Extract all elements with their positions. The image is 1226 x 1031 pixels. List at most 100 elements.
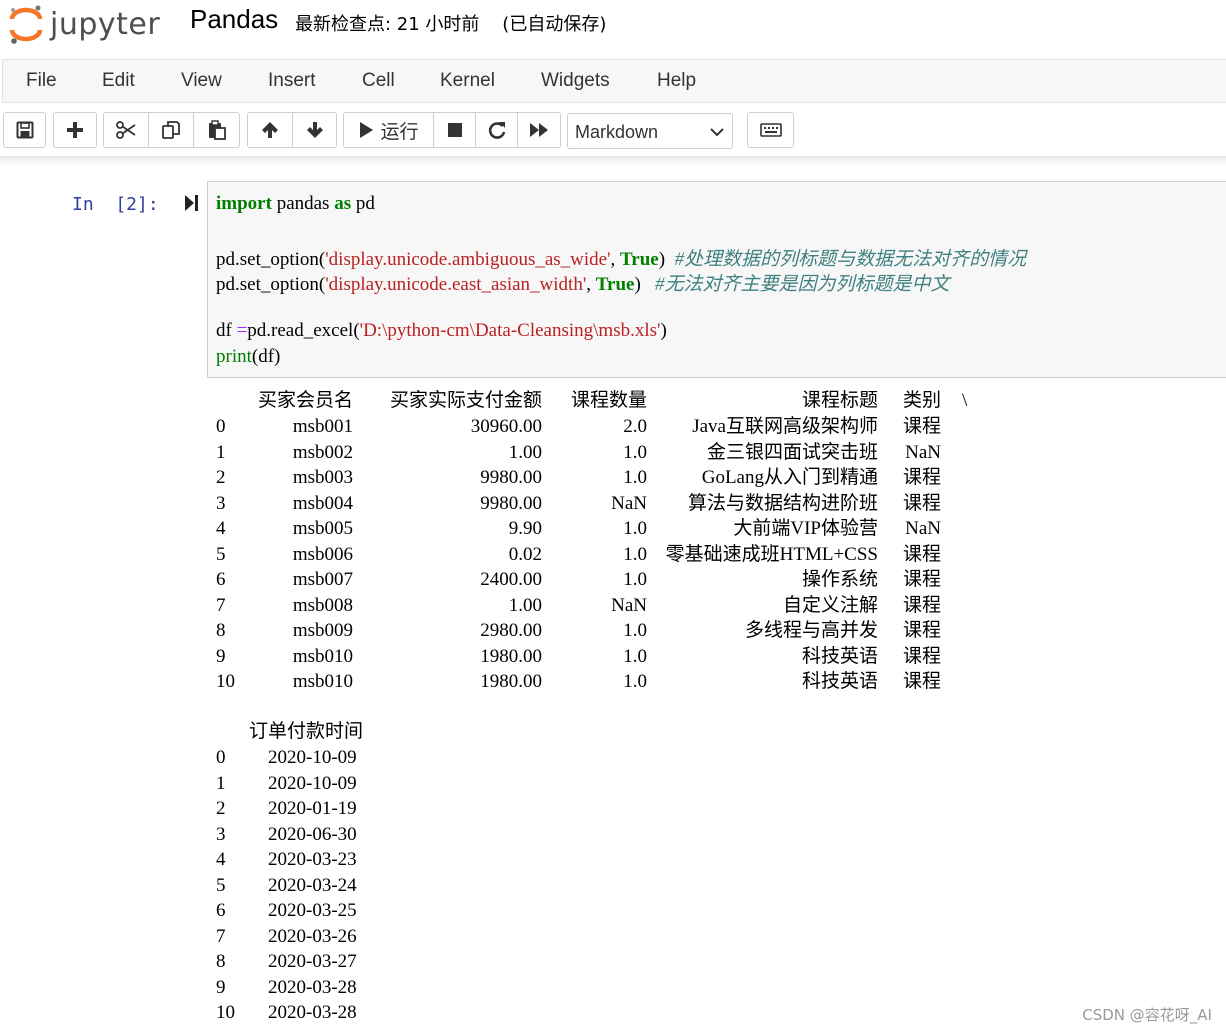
jupyter-logo[interactable]: jupyter [8, 0, 178, 48]
checkpoint-status: 最新检查点: 21 小时前 (已自动保存) [295, 14, 607, 35]
table-cell: msb009 [292, 620, 353, 641]
save-button[interactable] [4, 113, 45, 147]
code-token: pd.read_excel( [247, 320, 360, 341]
cell-run-indicator[interactable] [184, 194, 200, 216]
table-cell: 1.0 [623, 620, 647, 641]
run-button[interactable]: 运行 [344, 113, 434, 147]
code-token: pd.set_option( [216, 249, 326, 270]
row-index: 5 [216, 543, 226, 565]
insert-cell-button[interactable] [54, 113, 96, 147]
notebook-title[interactable]: Pandas [190, 4, 278, 35]
code-token: pd.set_option( [216, 274, 326, 295]
jupyter-logo-text: jupyter [50, 6, 161, 42]
command-palette-button[interactable] [748, 113, 793, 147]
menu-file[interactable]: File [26, 70, 57, 92]
row-index: 4 [216, 518, 226, 539]
table-cell: 自定义注解 [782, 594, 878, 616]
table-cell: msb003 [292, 467, 353, 488]
table-cell: 1.0 [623, 671, 647, 692]
table-cell: GoLang从入门到精通 [701, 467, 878, 488]
table-cell: 大前端VIP体验营 [733, 518, 878, 539]
table-cell: NaN [905, 441, 941, 463]
row-index: 3 [216, 823, 226, 845]
table-cell: 2020-01-19 [268, 798, 357, 819]
column-header: 订单付款时间 [249, 721, 364, 742]
code-comment: #处理数据的列标题与数据无法对齐的情况 [674, 249, 1027, 270]
code-token: pandas [271, 193, 335, 214]
table-cell: 2020-03-24 [268, 874, 357, 896]
row-index: 6 [216, 900, 226, 921]
row-index: 7 [216, 925, 226, 947]
table-cell: 2.0 [623, 416, 647, 437]
table-cell: 9980.00 [480, 492, 542, 514]
column-header: 类别 [902, 390, 941, 411]
code-line-7: print(df) [216, 346, 280, 368]
column-header: 买家会员名 [257, 390, 353, 411]
table-cell: 课程 [902, 620, 941, 641]
insert-group [53, 112, 97, 148]
cell-type-select[interactable]: Markdown [567, 113, 733, 149]
restart-button[interactable] [476, 113, 518, 147]
restart-run-all-button[interactable] [518, 113, 560, 147]
code-token: import [216, 193, 272, 214]
copy-button[interactable] [149, 113, 194, 147]
table-cell: 课程 [902, 543, 941, 565]
paste-button[interactable] [194, 113, 239, 147]
table-cell: 2020-10-09 [268, 747, 357, 768]
table-cell: 0.02 [508, 543, 542, 565]
table-cell: msb001 [292, 416, 353, 437]
code-editor[interactable]: import pandas as pd pd.set_option('displ… [207, 181, 1226, 378]
row-index: 7 [216, 594, 226, 616]
menu-kernel[interactable]: Kernel [440, 70, 495, 92]
table-cell: 2400.00 [480, 569, 542, 590]
code-token: True [620, 249, 659, 270]
table-cell: 1.0 [623, 467, 647, 488]
move-down-button[interactable] [293, 113, 336, 147]
table-cell: 1.0 [623, 518, 647, 539]
code-token: = [236, 320, 248, 341]
column-header: 课程标题 [801, 390, 878, 411]
table-cell: 2020-03-28 [268, 1002, 357, 1023]
menu-edit[interactable]: Edit [102, 70, 135, 92]
save-icon [16, 121, 33, 139]
cut-button[interactable] [104, 113, 149, 147]
table-cell: 课程 [902, 645, 941, 667]
menu-insert[interactable]: Insert [268, 70, 316, 92]
table-cell: 9980.00 [480, 467, 542, 488]
fast-forward-icon [530, 123, 548, 137]
menu-widgets[interactable]: Widgets [541, 70, 610, 92]
table-cell: 9.90 [508, 518, 542, 539]
line-continuation: \ [962, 390, 968, 411]
keyboard-icon [759, 123, 782, 137]
table-cell: 科技英语 [801, 671, 878, 692]
cell-type-value: Markdown [575, 122, 659, 142]
table-cell: msb010 [292, 645, 353, 667]
table-cell: 1980.00 [480, 671, 542, 692]
row-index: 0 [216, 747, 226, 768]
step-icon [185, 195, 198, 211]
chevron-down-icon [710, 128, 724, 137]
table-cell: 2020-10-09 [268, 772, 357, 794]
paste-icon [208, 120, 226, 140]
table-cell: msb008 [292, 594, 353, 616]
code-token: , [610, 249, 621, 270]
code-token: True [595, 274, 635, 295]
table-cell: 2020-03-25 [268, 900, 357, 921]
table-cell: 算法与数据结构进阶班 [687, 492, 878, 514]
table-cell: 操作系统 [801, 569, 878, 590]
menu-help[interactable]: Help [657, 70, 696, 92]
row-index: 3 [216, 492, 226, 514]
stop-icon [447, 123, 462, 137]
table-cell: 课程 [902, 492, 941, 514]
menu-view[interactable]: View [181, 70, 222, 92]
interrupt-button[interactable] [434, 113, 476, 147]
table-cell: msb006 [292, 543, 353, 565]
table-cell: msb007 [292, 569, 353, 590]
move-up-button[interactable] [248, 113, 293, 147]
table-cell: 2020-03-28 [268, 976, 357, 998]
keyboard-group [747, 112, 794, 148]
menu-cell[interactable]: Cell [362, 70, 395, 92]
table-cell: 2020-03-27 [268, 951, 357, 972]
table-cell: 2020-03-23 [268, 849, 357, 870]
copy-icon [162, 121, 180, 139]
